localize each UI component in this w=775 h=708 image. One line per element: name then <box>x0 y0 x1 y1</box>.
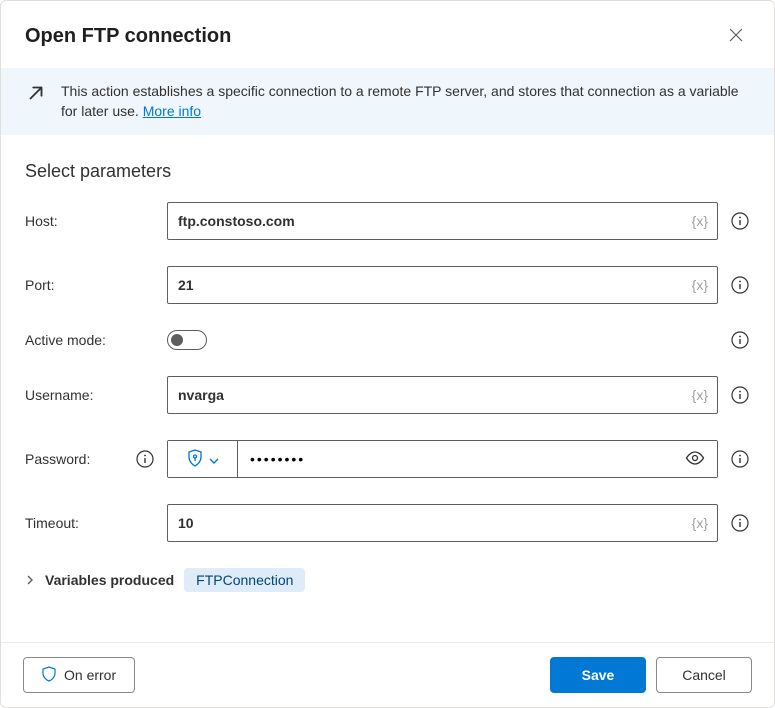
label-host: Host: <box>25 213 155 229</box>
footer-right-buttons: Save Cancel <box>550 657 752 693</box>
eye-icon <box>685 451 705 468</box>
dialog-header: Open FTP connection <box>1 1 774 68</box>
on-error-label: On error <box>64 667 116 683</box>
section-title: Select parameters <box>25 161 750 182</box>
row-active-mode: Active mode: <box>25 330 750 350</box>
dialog-footer: On error Save Cancel <box>1 642 774 707</box>
dialog-open-ftp-connection: Open FTP connection This action establis… <box>0 0 775 708</box>
arrow-up-right-icon <box>25 82 47 107</box>
variables-produced-row: Variables produced FTPConnection <box>25 568 750 592</box>
label-port: Port: <box>25 277 155 293</box>
row-username: Username: {x} <box>25 376 750 414</box>
toggle-wrap <box>167 330 718 350</box>
info-icon[interactable] <box>135 449 155 469</box>
info-banner-text: This action establishes a specific conne… <box>61 82 750 121</box>
input-wrap-timeout: {x} <box>167 504 718 542</box>
more-info-link[interactable]: More info <box>143 103 201 119</box>
password-group <box>167 440 718 478</box>
row-timeout: Timeout: {x} <box>25 504 750 542</box>
chevron-down-icon <box>209 452 219 467</box>
info-icon[interactable] <box>730 330 750 350</box>
label-timeout: Timeout: <box>25 515 155 531</box>
host-input[interactable] <box>167 202 718 240</box>
password-label-text: Password: <box>25 451 90 467</box>
row-host: Host: {x} <box>25 202 750 240</box>
password-type-dropdown[interactable] <box>168 441 238 477</box>
info-icon[interactable] <box>730 513 750 533</box>
shield-outline-icon <box>42 666 56 685</box>
input-wrap-username: {x} <box>167 376 718 414</box>
info-banner: This action establishes a specific conne… <box>1 68 774 135</box>
timeout-input[interactable] <box>167 504 718 542</box>
info-icon[interactable] <box>730 211 750 231</box>
info-icon[interactable] <box>730 449 750 469</box>
info-icon[interactable] <box>730 275 750 295</box>
save-button[interactable]: Save <box>550 657 646 693</box>
close-button[interactable] <box>722 21 750 52</box>
toggle-thumb <box>171 334 183 346</box>
expand-variables-toggle[interactable] <box>25 574 35 586</box>
input-wrap-host: {x} <box>167 202 718 240</box>
variables-produced-label: Variables produced <box>45 572 174 588</box>
shield-icon <box>187 449 203 470</box>
on-error-button[interactable]: On error <box>23 657 135 693</box>
row-port: Port: {x} <box>25 266 750 304</box>
label-active-mode: Active mode: <box>25 332 155 348</box>
label-password: Password: <box>25 449 155 469</box>
row-password: Password: <box>25 440 750 478</box>
cancel-button[interactable]: Cancel <box>656 657 752 693</box>
username-input[interactable] <box>167 376 718 414</box>
port-input[interactable] <box>167 266 718 304</box>
close-icon <box>728 27 744 46</box>
password-input[interactable] <box>238 441 717 477</box>
input-wrap-port: {x} <box>167 266 718 304</box>
dialog-content: Select parameters Host: {x} Port: {x} <box>1 135 774 642</box>
label-username: Username: <box>25 387 155 403</box>
active-mode-toggle[interactable] <box>167 330 207 350</box>
reveal-password-button[interactable] <box>681 447 709 472</box>
info-icon[interactable] <box>730 385 750 405</box>
dialog-title: Open FTP connection <box>25 25 231 48</box>
variable-chip-ftpconnection[interactable]: FTPConnection <box>184 568 305 592</box>
password-input-wrap <box>238 441 717 477</box>
